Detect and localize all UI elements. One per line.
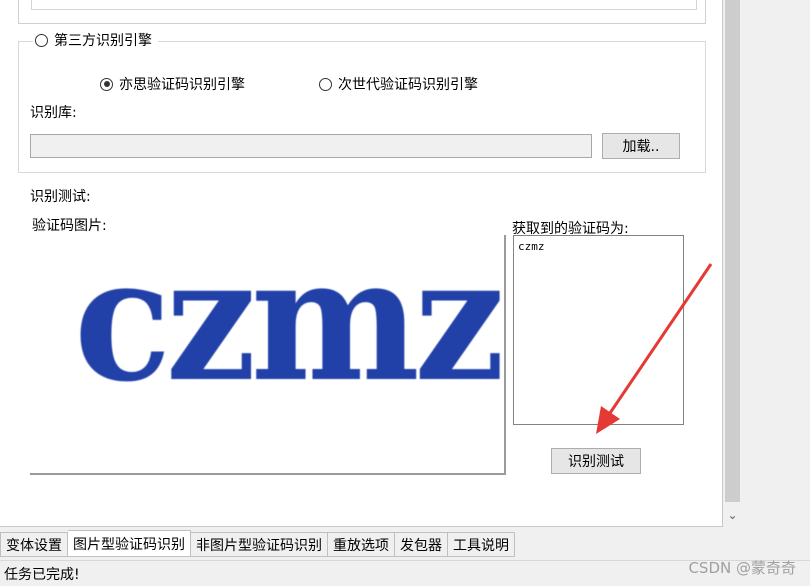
annotation-arrow-line [606, 263, 713, 417]
annotation-arrow-head [596, 406, 620, 434]
annotation-arrow-icon [596, 263, 713, 434]
